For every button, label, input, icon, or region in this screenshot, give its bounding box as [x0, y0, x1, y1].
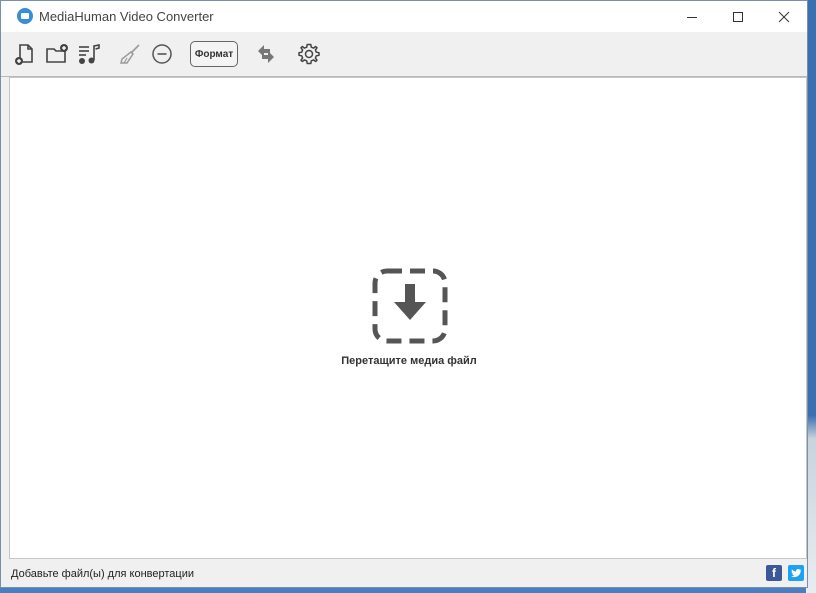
remove-circle-icon: [152, 44, 172, 64]
facebook-icon: f: [772, 566, 776, 580]
app-window: MediaHuman Video Converter Формат Перета…: [0, 0, 808, 588]
minimize-icon: [687, 16, 697, 18]
add-playlist-button[interactable]: [77, 42, 101, 66]
add-folder-button[interactable]: [45, 42, 69, 66]
facebook-button[interactable]: f: [766, 565, 782, 581]
close-icon: [778, 11, 790, 22]
drop-zone[interactable]: Перетащите медиа файл: [9, 77, 807, 559]
add-file-button[interactable]: [13, 42, 37, 66]
convert-arrows-icon: [258, 45, 274, 63]
maximize-icon: [733, 11, 743, 22]
download-arrow-icon: [372, 268, 448, 344]
settings-button[interactable]: [297, 42, 321, 66]
clear-list-button[interactable]: [118, 42, 142, 66]
window-title: MediaHuman Video Converter: [39, 9, 214, 24]
toolbar: Формат: [1, 32, 807, 77]
status-text: Добавьте файл(ы) для конвертации: [11, 568, 194, 580]
add-music-playlist-icon: [79, 44, 100, 64]
minimize-button[interactable]: [669, 1, 715, 32]
broom-icon: [120, 44, 140, 64]
format-button[interactable]: Формат: [190, 41, 238, 67]
title-bar: MediaHuman Video Converter: [1, 1, 807, 32]
maximize-button[interactable]: [715, 1, 761, 32]
twitter-button[interactable]: [788, 565, 804, 581]
convert-button[interactable]: [254, 42, 278, 66]
close-button[interactable]: [761, 1, 807, 32]
remove-item-button[interactable]: [150, 42, 174, 66]
gear-icon: [298, 43, 320, 65]
add-file-icon: [15, 44, 33, 65]
add-folder-icon: [46, 44, 68, 63]
mediahuman-icon: [17, 8, 33, 24]
twitter-icon: [791, 568, 802, 578]
drop-hint-text: Перетащите медиа файл: [341, 355, 477, 367]
status-bar: Добавьте файл(ы) для конвертации f: [1, 561, 807, 587]
